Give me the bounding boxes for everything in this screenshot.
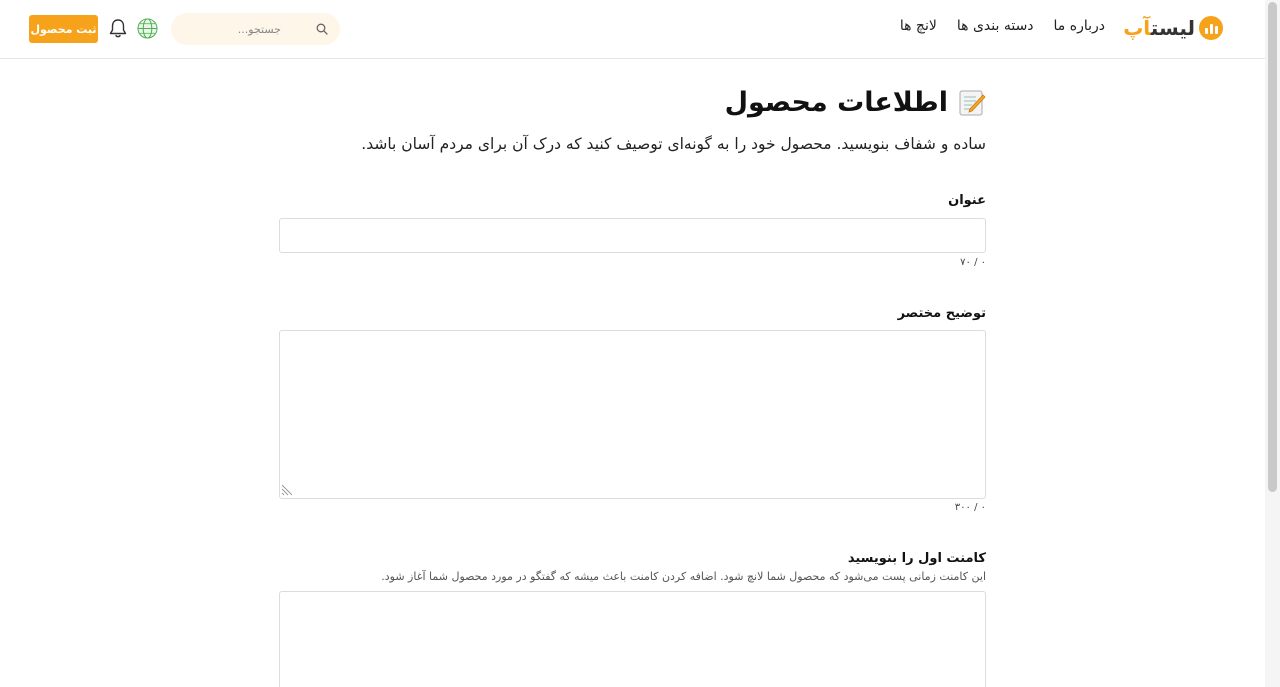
title-char-counter: ۰ / ۷۰	[960, 257, 986, 268]
first-comment-textarea[interactable]	[279, 591, 986, 687]
main-nav: لانچ ها دسته بندی ها درباره ما	[900, 18, 1105, 34]
search-icon	[316, 23, 328, 35]
top-navbar: لیستآپ لانچ ها دسته بندی ها درباره ما ثب	[0, 0, 1265, 59]
scrollbar-thumb[interactable]	[1268, 2, 1277, 492]
page-subtitle: ساده و شفاف بنویسید. محصول خود را به گون…	[361, 135, 986, 153]
resize-handle-icon[interactable]	[281, 484, 293, 496]
memo-icon	[959, 90, 986, 115]
summary-char-counter: ۰ / ۳۰۰	[954, 502, 986, 513]
nav-launches[interactable]: لانچ ها	[900, 18, 937, 34]
title-input[interactable]	[279, 218, 986, 253]
chart-bubble-icon	[1199, 16, 1223, 40]
nav-categories[interactable]: دسته بندی ها	[957, 18, 1034, 34]
search-input[interactable]	[171, 22, 281, 36]
nav-about[interactable]: درباره ما	[1054, 18, 1105, 34]
page: لیستآپ لانچ ها دسته بندی ها درباره ما ثب	[0, 0, 1280, 687]
page-scrollbar[interactable]	[1265, 0, 1280, 687]
search-box[interactable]	[171, 13, 340, 45]
logo-text: لیستآپ	[1123, 16, 1195, 40]
page-title-text: اطلاعات محصول	[724, 87, 948, 118]
first-comment-label: کامنت اول را بنویسید	[847, 551, 986, 566]
site-logo[interactable]: لیستآپ	[1123, 14, 1223, 42]
page-title: اطلاعات محصول	[725, 87, 986, 118]
globe-icon[interactable]	[137, 18, 158, 39]
summary-label: توضیح مختصر	[897, 306, 986, 321]
bell-icon[interactable]	[108, 18, 128, 39]
submit-product-button[interactable]: ثبت محصول	[29, 15, 98, 43]
first-comment-hint: این کامنت زمانی پست می‌شود که محصول شما …	[381, 570, 986, 583]
summary-textarea[interactable]	[279, 330, 986, 499]
title-label: عنوان	[948, 193, 986, 208]
